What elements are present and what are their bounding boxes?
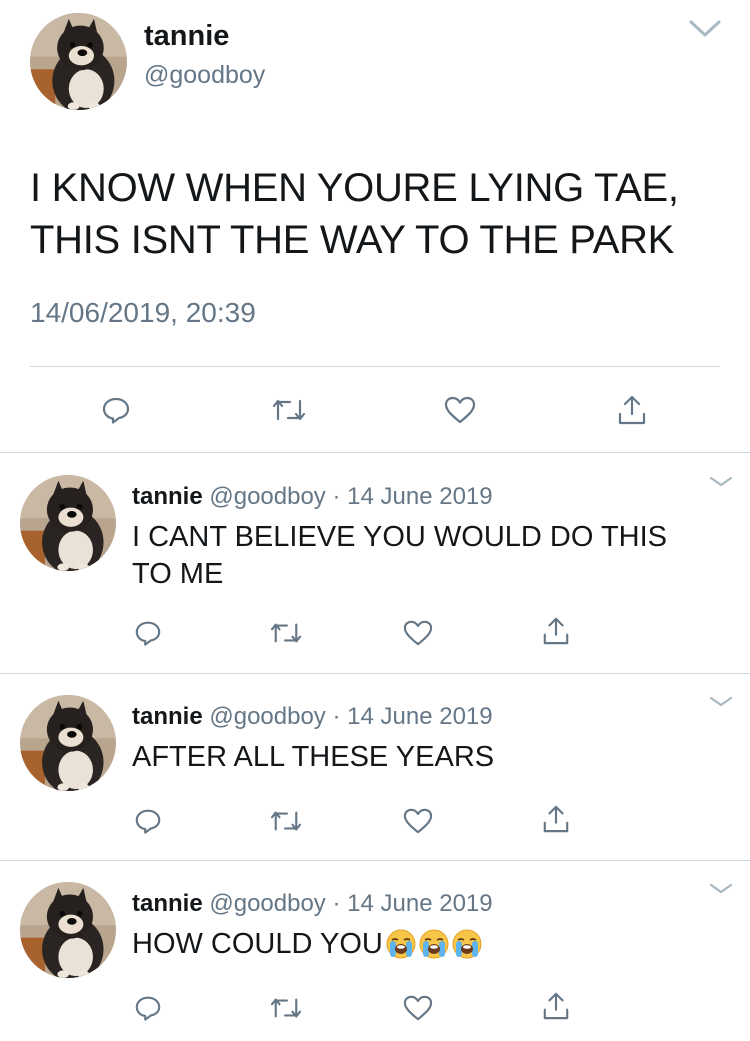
user-name[interactable]: tannie <box>132 703 203 730</box>
tweet-date[interactable]: 14 June 2019 <box>347 483 492 510</box>
tweet-date[interactable]: 14 June 2019 <box>347 703 492 730</box>
share-icon[interactable] <box>540 990 572 1022</box>
avatar[interactable] <box>20 475 116 571</box>
tweet-text-content: HOW COULD YOU <box>132 928 383 960</box>
user-handle[interactable]: @goodboy <box>209 890 325 917</box>
reply-tweet[interactable]: tannie @goodboy · 14 June 2019 I CANT BE… <box>0 455 750 673</box>
tweet-header: tannie @goodboy · 14 June 2019 <box>132 703 493 731</box>
avatar[interactable] <box>20 695 116 791</box>
tweet-text: AFTER ALL THESE YEARS <box>132 739 722 776</box>
tweet-text: I CANT BELIEVE YOU WOULD DO THIS TO ME <box>132 519 722 593</box>
user-name[interactable]: tannie <box>144 20 229 53</box>
reply-tweet[interactable]: tannie @goodboy · 14 June 2019 AFTER ALL… <box>0 675 750 860</box>
retweet-icon[interactable] <box>272 393 306 427</box>
divider <box>0 452 750 453</box>
tweet-text: I KNOW WHEN YOURE LYING TAE, THIS ISNT T… <box>30 162 730 266</box>
like-icon[interactable] <box>402 992 434 1024</box>
share-icon[interactable] <box>540 803 572 835</box>
divider <box>0 673 750 674</box>
main-tweet: tannie @goodboy I KNOW WHEN YOURE LYING … <box>0 0 750 452</box>
avatar[interactable] <box>30 13 127 110</box>
like-icon[interactable] <box>402 805 434 837</box>
chevron-down-icon[interactable] <box>708 882 734 896</box>
reply-tweet[interactable]: tannie @goodboy · 14 June 2019 HOW COULD… <box>0 862 750 1041</box>
like-icon[interactable] <box>402 617 434 649</box>
reply-icon[interactable] <box>99 393 133 427</box>
user-handle[interactable]: @goodboy <box>209 483 325 510</box>
chevron-down-icon[interactable] <box>688 18 722 40</box>
tweet-date[interactable]: 14 June 2019 <box>347 890 492 917</box>
user-name[interactable]: tannie <box>132 890 203 917</box>
separator-dot: · <box>332 890 341 917</box>
retweet-icon[interactable] <box>270 805 302 837</box>
separator-dot: · <box>332 483 341 510</box>
divider <box>0 860 750 861</box>
user-handle[interactable]: @goodboy <box>209 703 325 730</box>
tweet-text-line: THIS ISNT THE WAY TO THE PARK <box>30 218 675 262</box>
like-icon[interactable] <box>443 393 477 427</box>
user-name[interactable]: tannie <box>132 483 203 510</box>
tweet-header: tannie @goodboy · 14 June 2019 <box>132 483 493 511</box>
tweet-text-line: I CANT BELIEVE YOU WOULD DO THIS <box>132 521 668 553</box>
chevron-down-icon[interactable] <box>708 475 734 489</box>
separator-dot: · <box>332 703 341 730</box>
share-icon[interactable] <box>615 393 649 427</box>
reply-icon[interactable] <box>132 992 164 1024</box>
loudly-crying-face-emoji <box>386 929 416 959</box>
tweet-text-line: AFTER ALL THESE YEARS <box>132 741 495 773</box>
avatar[interactable] <box>20 882 116 978</box>
reply-icon[interactable] <box>132 617 164 649</box>
tweet-text-line: TO ME <box>132 558 224 590</box>
divider <box>30 366 720 367</box>
loudly-crying-face-emoji <box>452 929 482 959</box>
tweet-text-line: HOW COULD YOU <box>132 926 722 963</box>
chevron-down-icon[interactable] <box>708 695 734 709</box>
loudly-crying-face-emoji <box>419 929 449 959</box>
share-icon[interactable] <box>540 615 572 647</box>
tweet-timestamp[interactable]: 14/06/2019, 20:39 <box>30 297 256 329</box>
user-handle[interactable]: @goodboy <box>144 61 265 90</box>
tweet-text: HOW COULD YOU <box>132 926 722 963</box>
tweet-header: tannie @goodboy · 14 June 2019 <box>132 890 493 918</box>
tweet-text-line: I KNOW WHEN YOURE LYING TAE, <box>30 166 679 210</box>
retweet-icon[interactable] <box>270 992 302 1024</box>
retweet-icon[interactable] <box>270 617 302 649</box>
reply-icon[interactable] <box>132 805 164 837</box>
